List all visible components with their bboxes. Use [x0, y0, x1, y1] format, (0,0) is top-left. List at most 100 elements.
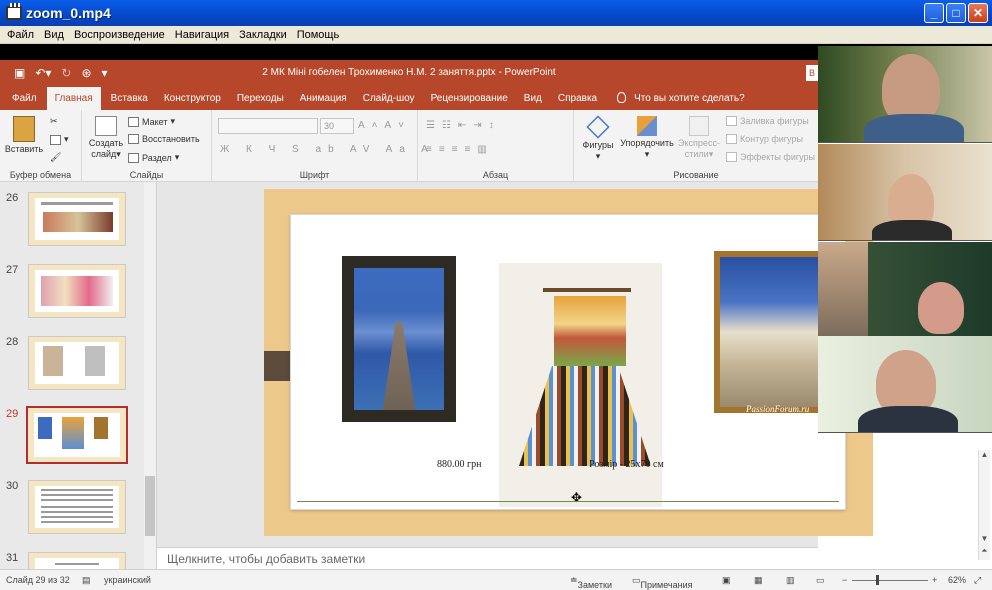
thumbnail-slide-28[interactable]: 28 [0, 332, 150, 390]
thumbnails-scrollbar[interactable] [144, 182, 156, 569]
tab-review[interactable]: Рецензирование [423, 93, 516, 110]
font-name-field[interactable] [218, 118, 318, 134]
shape-outline-button[interactable]: Контур фигуры [726, 134, 803, 144]
thumbnail-slide-31[interactable]: 31 [0, 548, 150, 569]
list-buttons[interactable]: ☰☷⇤⇥↕ [426, 120, 501, 131]
window-title: zoom_0.mp4 [26, 5, 111, 21]
tab-view[interactable]: Вид [516, 93, 550, 110]
arrange-button[interactable]: Упорядочить ▾ [618, 116, 676, 160]
menu-help[interactable]: Помощь [292, 29, 345, 41]
reset-button[interactable]: Восстановить [128, 134, 200, 144]
font-size-field[interactable]: 30 [320, 118, 354, 134]
tapestry-pier-image[interactable] [342, 256, 456, 422]
thumbnail-slide-26[interactable]: 26 [0, 188, 150, 246]
participant-video-4[interactable] [818, 336, 992, 433]
minimize-button[interactable]: _ [924, 3, 944, 23]
tab-home[interactable]: Главная [46, 87, 101, 110]
notes-button[interactable]: ≐ Заметки [570, 575, 612, 590]
move-cursor-icon: ✥ [571, 490, 582, 505]
menu-view[interactable]: Вид [39, 29, 69, 41]
font-format-buttons[interactable]: Ж К Ч S ab AV Aa A [220, 144, 435, 155]
layout-button[interactable]: Макет ▾ [128, 116, 175, 127]
prev-slide-icon[interactable]: ⏶ [979, 546, 990, 558]
thumbnail-slide-29[interactable]: 29 [0, 404, 150, 464]
quick-styles-button[interactable]: Экспресс- стили▾ [674, 116, 724, 160]
tapestry-house-image[interactable] [499, 263, 662, 507]
paste-button[interactable]: Вставить [4, 116, 44, 155]
size-label[interactable]: Розмір - 25х70 см [589, 459, 664, 470]
participant-face [918, 282, 964, 334]
menu-navigation[interactable]: Навигация [170, 29, 234, 41]
tab-file[interactable]: Файл [4, 93, 45, 110]
tab-animations[interactable]: Анимация [292, 93, 355, 110]
zoom-slider-thumb[interactable] [876, 575, 879, 585]
scroll-up-icon[interactable]: ▲ [979, 450, 990, 462]
zoom-in-icon[interactable]: + [932, 575, 937, 585]
status-bar: Слайд 29 из 32 ▤ украинский ≐ Заметки ▭ … [0, 569, 992, 590]
layout-icon [128, 116, 139, 127]
language-label[interactable]: украинский [104, 575, 151, 585]
section-button[interactable]: Раздел ▾ [128, 152, 179, 163]
slideshow-icon[interactable]: ▭ [816, 575, 825, 586]
shape-fill-button[interactable]: Заливка фигуры [726, 116, 809, 126]
thumbnails-scroll-thumb[interactable] [145, 476, 155, 536]
maximize-button[interactable]: □ [946, 3, 966, 23]
participant-body [858, 406, 958, 432]
scroll-track[interactable] [979, 462, 990, 534]
tab-design[interactable]: Конструктор [156, 93, 229, 110]
notes-pane[interactable]: Щелкните, чтобы добавить заметки [157, 547, 818, 569]
align-buttons[interactable]: ≡≡≡≡▥ [426, 144, 494, 155]
thumbnail-number: 30 [6, 480, 19, 492]
tab-insert[interactable]: Вставка [103, 93, 156, 110]
cut-button[interactable]: ✂ [50, 116, 58, 127]
spellcheck-icon[interactable]: ▤ [82, 575, 91, 586]
copy-button[interactable]: ▾ [50, 134, 69, 145]
font-group-label: Шрифт [299, 170, 330, 180]
drawing-group-label: Рисование [673, 170, 719, 180]
participant-video-2[interactable] [818, 144, 992, 241]
participant-video-1[interactable] [818, 46, 992, 143]
shape-effects-button[interactable]: Эффекты фигуры [726, 152, 815, 162]
notes-placeholder: Щелкните, чтобы добавить заметки [167, 552, 366, 566]
price-label[interactable]: 880.00 грн [437, 459, 481, 470]
zoom-slider[interactable] [852, 575, 928, 585]
menu-playback[interactable]: Воспроизведение [69, 29, 170, 41]
shape-effects-label: Эффекты фигуры [740, 152, 816, 162]
menu-file[interactable]: Файл [2, 29, 39, 41]
font-group: 30 A˄A˅ Ж К Ч S ab AV Aa A Шрифт [212, 110, 428, 182]
zoom-level[interactable]: 62% [948, 575, 966, 585]
thumbnail-number: 29 [6, 408, 19, 420]
current-slide[interactable]: PassionForum.ru 880.00 грн Розмір - 25х7… [264, 189, 873, 536]
paste-icon [13, 116, 35, 142]
fit-to-window-icon[interactable]: ⤢ [974, 575, 981, 586]
tab-slideshow[interactable]: Слайд-шоу [355, 93, 423, 110]
slide-sorter-icon[interactable]: ▦ [754, 575, 763, 586]
slides-group-label: Слайды [129, 170, 164, 180]
slide-divider-line [297, 501, 839, 502]
thumbnail-number: 27 [6, 264, 19, 276]
participant-video-3[interactable] [818, 242, 992, 339]
tell-me-box[interactable]: Что вы хотите сделать? [605, 92, 745, 110]
thumbnail-slide-27[interactable]: 27 [0, 260, 150, 318]
comments-button[interactable]: ▭ Примечания [632, 575, 692, 590]
user-icon[interactable]: В [806, 65, 818, 81]
notes-button-label: Заметки [577, 580, 612, 590]
shapes-button[interactable]: Фигуры ▾ [578, 115, 618, 162]
tapestry-beach-image[interactable] [714, 251, 827, 413]
tab-help[interactable]: Справка [550, 93, 605, 110]
new-slide-button[interactable]: Создать слайд▾ [86, 116, 126, 160]
normal-view-icon[interactable]: ▣ [722, 575, 731, 586]
zoom-out-icon[interactable]: − [842, 575, 847, 585]
scroll-down-icon[interactable]: ▼ [979, 534, 990, 546]
scissors-icon: ✂ [50, 116, 58, 126]
close-button[interactable]: ✕ [968, 3, 988, 23]
font-grow-shrink[interactable]: A˄A˅ [358, 120, 411, 131]
reading-view-icon[interactable]: ▥ [786, 575, 795, 586]
copy-icon [50, 134, 61, 145]
format-painter-button[interactable]: 🖌 [50, 152, 61, 163]
screen: zoom_0.mp4 _ □ ✕ Файл Вид Воспроизведени… [0, 0, 992, 590]
tab-transitions[interactable]: Переходы [229, 93, 292, 110]
menu-bookmarks[interactable]: Закладки [234, 29, 292, 41]
slide-scrollbar[interactable]: ▲ ▼ ⏶ [978, 450, 990, 560]
thumbnail-slide-30[interactable]: 30 [0, 476, 150, 534]
